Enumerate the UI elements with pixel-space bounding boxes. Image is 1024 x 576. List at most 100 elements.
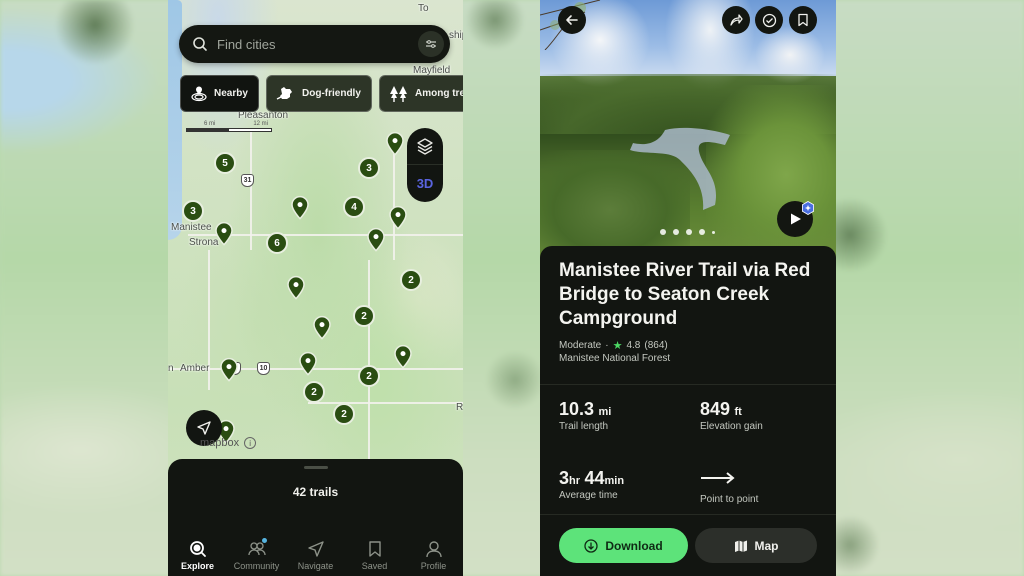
stat-unit: ft: [734, 406, 742, 418]
profile-icon: [425, 541, 442, 558]
trail-pin[interactable]: [215, 221, 233, 246]
pagination-dot[interactable]: [712, 230, 715, 234]
trail-location[interactable]: Manistee National Forest: [559, 353, 670, 364]
map-label: ship: [449, 30, 463, 41]
trees-icon: [390, 85, 407, 102]
mark-completed-button[interactable]: [755, 6, 783, 34]
stat-unit: min: [604, 475, 625, 487]
trail-cluster[interactable]: 6: [266, 232, 288, 254]
mapbox-attribution: mapbox i: [200, 437, 257, 449]
search-bar[interactable]: Find cities: [179, 25, 450, 63]
save-button[interactable]: [789, 6, 817, 34]
trail-pin[interactable]: [299, 351, 317, 376]
trail-pin[interactable]: [313, 315, 331, 340]
navigation-arrow-icon: [197, 421, 211, 435]
explore-icon: [189, 541, 206, 557]
map-icon: [734, 540, 747, 552]
drag-handle[interactable]: [304, 466, 328, 469]
tab-profile[interactable]: Profile: [405, 540, 463, 571]
bottom-sheet[interactable]: 42 trails Explore Community Navigate Sav…: [168, 459, 463, 576]
filter-icon: [426, 40, 436, 48]
trail-cluster[interactable]: 2: [333, 403, 355, 425]
tab-saved[interactable]: Saved: [346, 540, 404, 571]
trail-cluster[interactable]: 2: [400, 269, 422, 291]
search-input[interactable]: Find cities: [217, 37, 418, 52]
tab-label: Profile: [420, 561, 447, 571]
layers-icon: [417, 138, 433, 155]
trail-pin[interactable]: [389, 205, 407, 230]
stat-unit: mi: [598, 406, 612, 418]
tab-navigate[interactable]: Navigate: [287, 540, 345, 571]
trail-cluster[interactable]: 3: [358, 157, 380, 179]
stat-label: Elevation gain: [700, 421, 763, 432]
trail-pin[interactable]: [291, 195, 309, 220]
divider: [540, 384, 836, 385]
stat-label: Average time: [559, 490, 618, 501]
map-label: To: [418, 3, 429, 14]
tab-community[interactable]: Community: [228, 538, 286, 571]
stat-trail-length: 10.3 mi Trail length: [559, 399, 611, 432]
stat-label: Point to point: [700, 494, 759, 505]
map-label: n: [168, 363, 174, 374]
highway-shield: 10: [257, 362, 270, 375]
download-button[interactable]: Download: [559, 528, 688, 563]
difficulty: Moderate: [559, 340, 602, 351]
filter-chips: Nearby Dog-friendly Among trees: [180, 75, 463, 112]
mapbox-logo: mapbox: [200, 437, 240, 449]
scale-tick: 12 mi: [253, 121, 269, 127]
stat-average-time: 3hr 44min Average time: [559, 468, 624, 501]
divider: [540, 514, 836, 515]
tab-label: Navigate: [297, 561, 334, 571]
bookmark-icon: [798, 13, 808, 27]
blurred-background: [0, 0, 1024, 576]
bottom-tab-bar: Explore Community Navigate Saved Profile: [168, 538, 463, 571]
trail-pin[interactable]: [287, 275, 305, 300]
scale-bar: [186, 128, 272, 132]
trail-cluster[interactable]: 3: [182, 200, 204, 222]
download-label: Download: [605, 538, 663, 553]
separator: ·: [605, 340, 609, 351]
pagination-dot-active[interactable]: [660, 229, 666, 235]
back-button[interactable]: [558, 6, 586, 34]
chip-nearby[interactable]: Nearby: [180, 75, 259, 112]
road: [250, 130, 252, 250]
stat-value: 3: [559, 468, 570, 488]
trail-cluster[interactable]: 5: [214, 152, 236, 174]
trail-pin[interactable]: [220, 357, 238, 382]
explore-screen: To ship Mayfield Pleasanton Manistee Str…: [168, 0, 463, 576]
premium-badge-icon: [802, 201, 814, 215]
trail-pin[interactable]: [394, 344, 412, 369]
tab-label: Community: [233, 561, 280, 571]
stat-value: 44: [584, 468, 605, 488]
scale-tick: 6 mi: [204, 121, 216, 127]
pagination-dot[interactable]: [673, 229, 679, 235]
map-button[interactable]: Map: [695, 528, 817, 563]
trail-detail-screen: Manistee River Trail via Red Bridge to S…: [540, 0, 836, 576]
pagination-dot[interactable]: [686, 229, 692, 235]
review-count[interactable]: (864): [644, 340, 667, 351]
arrow-right-icon: [701, 472, 735, 484]
chip-dog-friendly[interactable]: Dog-friendly: [266, 75, 372, 112]
download-icon: [584, 538, 598, 553]
trail-pin[interactable]: [386, 131, 404, 156]
trail-cluster[interactable]: 2: [358, 365, 380, 387]
road: [368, 260, 370, 460]
navigate-icon: [307, 541, 324, 557]
3d-toggle-button[interactable]: 3D: [417, 165, 434, 202]
pagination-dot[interactable]: [699, 229, 705, 235]
layers-button[interactable]: [407, 128, 443, 165]
trail-cluster[interactable]: 4: [343, 196, 365, 218]
trail-cluster[interactable]: 2: [353, 305, 375, 327]
share-button[interactable]: [722, 6, 750, 34]
tab-explore[interactable]: Explore: [169, 540, 227, 571]
stat-elevation-gain: 849 ft Elevation gain: [700, 399, 763, 432]
road: [308, 402, 463, 404]
chip-among-trees[interactable]: Among trees: [379, 75, 463, 112]
trail-cluster[interactable]: 2: [303, 381, 325, 403]
map-controls: 3D: [407, 128, 443, 202]
star-icon: ★: [612, 340, 623, 352]
trail-pin[interactable]: [367, 227, 385, 252]
stat-unit: hr: [569, 475, 581, 487]
info-icon[interactable]: i: [244, 437, 257, 449]
filter-button[interactable]: [418, 31, 444, 57]
